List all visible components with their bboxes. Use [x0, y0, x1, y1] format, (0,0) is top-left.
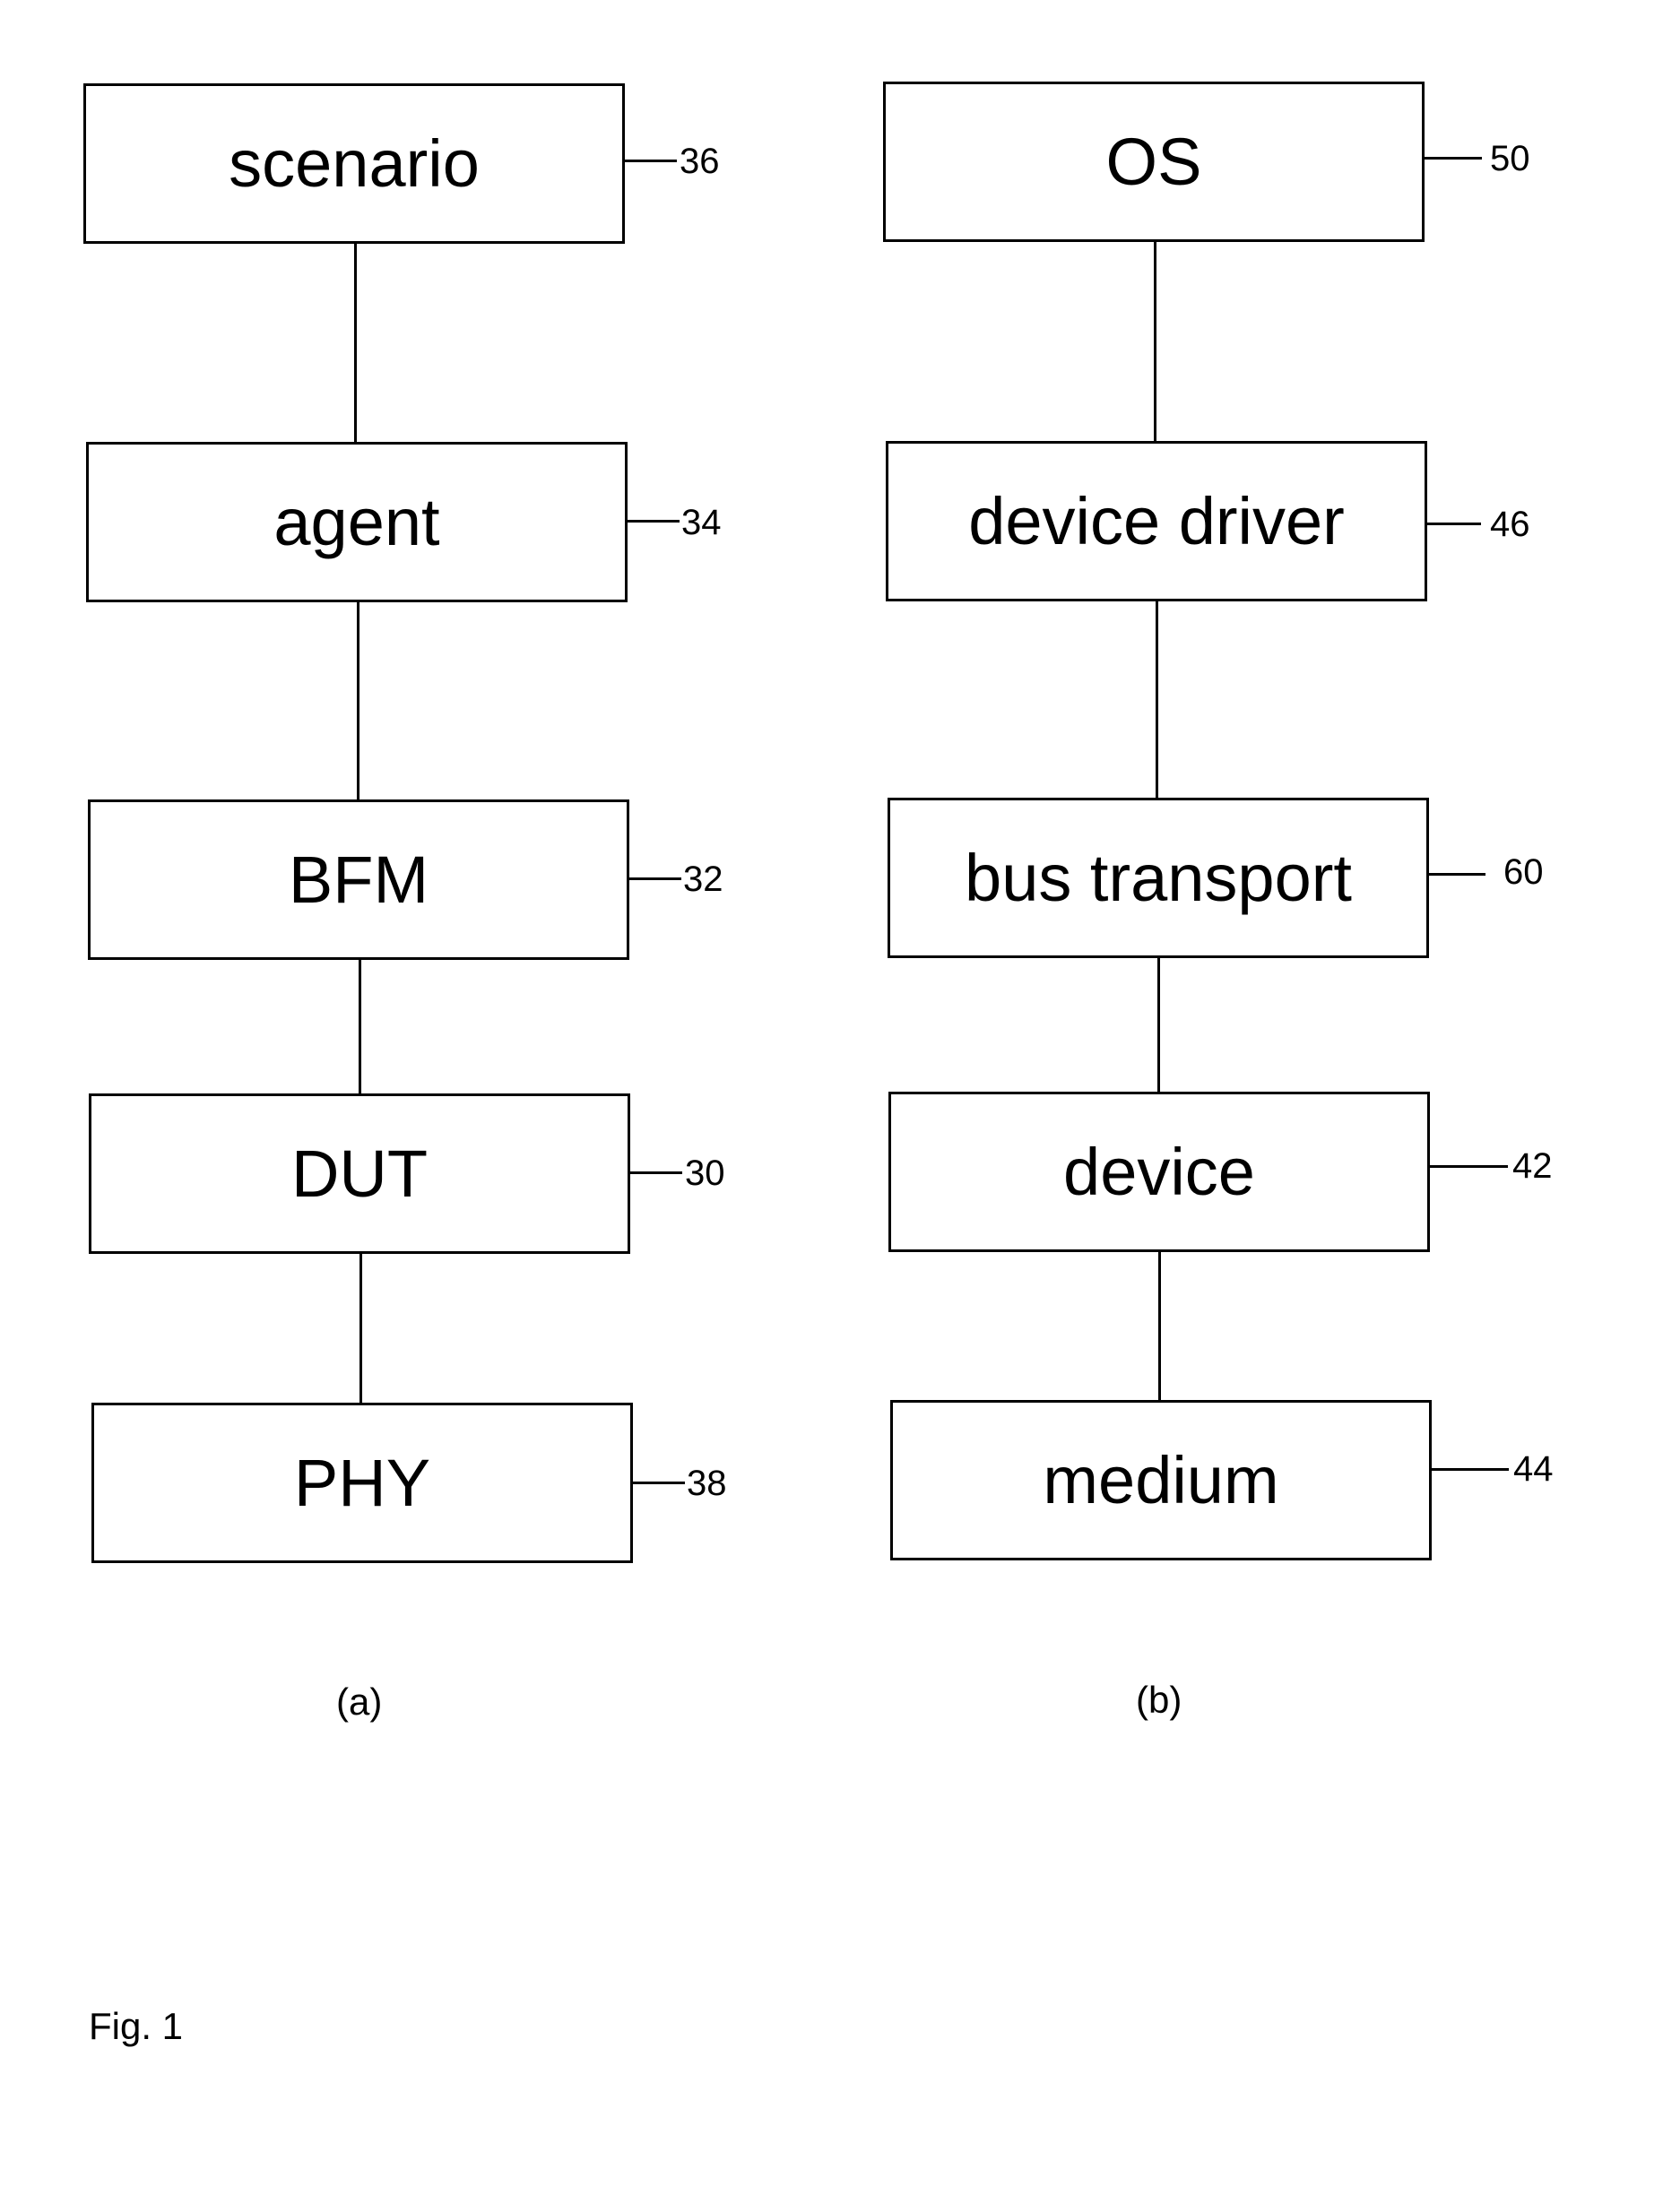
reference-number: 50	[1490, 139, 1530, 178]
reference-number: 46	[1490, 505, 1530, 544]
block-phy: PHY	[91, 1403, 633, 1563]
block-label: scenario	[229, 125, 480, 201]
subfigure-caption-a: (a)	[336, 1681, 383, 1723]
connector-line	[1158, 1252, 1161, 1400]
block-label: DUT	[290, 1136, 429, 1211]
block-label: bus transport	[965, 840, 1352, 915]
leader-line	[1427, 523, 1481, 525]
block-label: medium	[1043, 1442, 1279, 1517]
reference-number: 30	[685, 1154, 725, 1193]
leader-line	[633, 1482, 685, 1484]
connector-line	[1154, 242, 1156, 441]
block-agent: agent	[86, 442, 628, 602]
reference-number: 34	[681, 503, 722, 542]
block-bus-transport: bus transport	[888, 798, 1429, 958]
connector-line	[359, 1254, 362, 1403]
block-os: OS	[883, 82, 1425, 242]
block-scenario: scenario	[83, 83, 625, 244]
block-label: device driver	[968, 483, 1345, 558]
block-dut: DUT	[89, 1093, 630, 1254]
block-label: device	[1063, 1134, 1255, 1209]
block-bfm: BFM	[88, 799, 629, 960]
leader-line	[1425, 157, 1482, 160]
connector-line	[354, 244, 357, 442]
connector-line	[1156, 601, 1158, 798]
block-label: OS	[1105, 124, 1202, 199]
leader-line	[1430, 1165, 1508, 1168]
connector-line	[359, 960, 361, 1093]
leader-line	[625, 160, 677, 162]
figure-label: Fig. 1	[89, 2005, 184, 2047]
reference-number: 32	[683, 860, 723, 899]
block-medium: medium	[890, 1400, 1432, 1560]
block-label: agent	[273, 484, 440, 559]
reference-number: 44	[1513, 1449, 1554, 1489]
leader-line	[629, 877, 681, 880]
connector-line	[1157, 958, 1160, 1092]
subfigure-caption-b: (b)	[1136, 1679, 1182, 1721]
leader-line	[628, 520, 680, 523]
reference-number: 60	[1503, 852, 1544, 892]
reference-number: 38	[687, 1464, 727, 1503]
leader-line	[1429, 873, 1485, 876]
block-label: PHY	[293, 1445, 431, 1520]
block-label: BFM	[288, 842, 429, 917]
block-device: device	[888, 1092, 1430, 1252]
leader-line	[630, 1171, 682, 1174]
leader-line	[1432, 1468, 1509, 1471]
block-device-driver: device driver	[886, 441, 1427, 601]
reference-number: 42	[1512, 1146, 1553, 1186]
reference-number: 36	[680, 142, 720, 181]
connector-line	[357, 602, 359, 799]
